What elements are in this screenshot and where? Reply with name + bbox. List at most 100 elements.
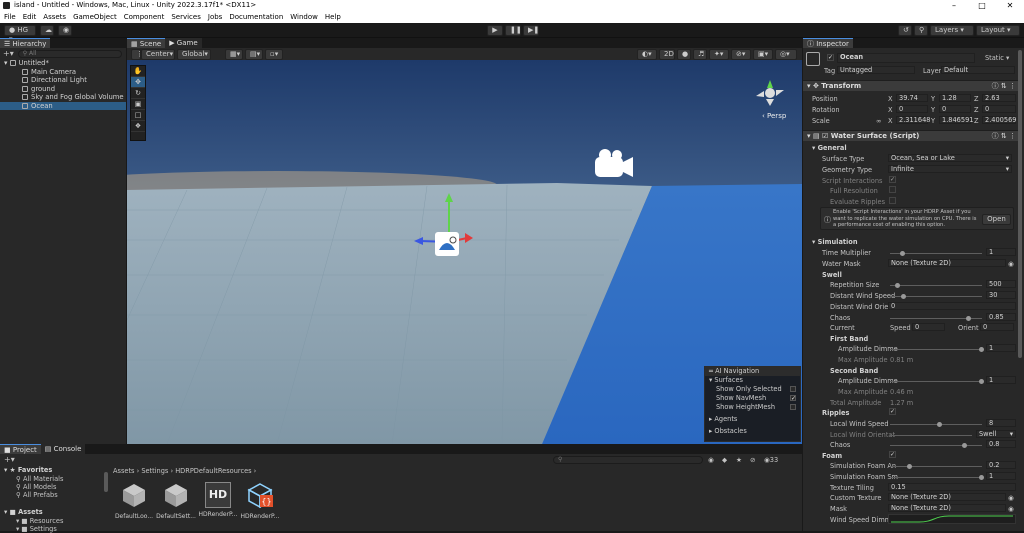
amplitude-dimmer-1-slider[interactable] [890, 347, 984, 352]
general-section[interactable]: ▾ General [812, 144, 847, 152]
filter-label-icon[interactable]: ◆ [722, 456, 727, 464]
assets-section[interactable]: ▾ ■ Assets [4, 508, 43, 516]
slider-knob[interactable] [901, 294, 906, 299]
position-y-field[interactable]: 1.28 [939, 94, 971, 102]
water-component-menu-icon[interactable]: ⓘ ⇅ ⋮ [992, 131, 1016, 142]
slider-knob[interactable] [937, 422, 942, 427]
rotation-x-field[interactable]: 0 [896, 105, 928, 113]
gizmos-icon[interactable]: ◎▾ [775, 49, 797, 60]
camera-settings-icon[interactable]: ▣▾ [753, 49, 773, 60]
hierarchy-item-ocean[interactable]: Ocean [0, 101, 126, 110]
component-menu-icon[interactable]: ⓘ ⇅ ⋮ [992, 81, 1016, 92]
water-surface-header[interactable]: ▾ ▤ ☑ Water Surface (Script) ⓘ ⇅ ⋮ [803, 130, 1020, 141]
asset-item[interactable]: DefaultLoo... [114, 482, 154, 520]
repetition-size-field[interactable]: 500 [986, 280, 1016, 288]
space-dropdown[interactable]: Global▾ [177, 49, 211, 60]
menu-documentation[interactable]: Documentation [229, 11, 283, 23]
inspector-scrollbar[interactable] [1018, 50, 1022, 358]
account-dropdown[interactable]: ● HG ▾ [4, 25, 36, 43]
minimize-icon[interactable]: – [940, 0, 968, 11]
menu-window[interactable]: Window [290, 11, 318, 23]
link-icon[interactable]: ∞ [876, 117, 882, 125]
distant-wind-speed-slider[interactable] [890, 294, 982, 299]
wind-speed-dimmer-curve[interactable] [888, 514, 1016, 524]
hierarchy-item-ground[interactable]: ground [0, 85, 126, 94]
layout-dropdown[interactable]: Layout ▾ [976, 25, 1020, 36]
scene-menu-icon[interactable]: ⋮ [131, 49, 143, 60]
hand-tool-icon[interactable]: ✋ [131, 66, 145, 77]
snap-settings-icon[interactable]: ▫▾ [265, 49, 283, 60]
object-picker-icon[interactable]: ◉ [1008, 494, 1014, 502]
distant-wind-speed-field[interactable]: 30 [986, 291, 1016, 299]
collab-icon[interactable]: ◉ [58, 25, 72, 36]
chaos-slider[interactable] [890, 316, 982, 321]
hierarchy-scene-row[interactable]: ▾ Untitled* [0, 59, 126, 68]
rotation-z-field[interactable]: 0 [982, 105, 1016, 113]
tab-hierarchy[interactable]: ☰ Hierarchy [0, 38, 51, 48]
breadcrumb-settings[interactable]: Settings [141, 467, 168, 475]
hierarchy-search-input[interactable]: ⚲ All [17, 49, 122, 58]
slider-knob[interactable] [979, 475, 984, 480]
rotate-tool-icon[interactable]: ↻ [131, 88, 145, 99]
scale-x-field[interactable]: 2.311648 [896, 116, 930, 124]
pause-button[interactable]: ❚❚ [505, 25, 522, 36]
search-icon[interactable]: ⚲ [914, 25, 928, 36]
sim-foam-smoothness-slider[interactable] [890, 475, 984, 480]
show-only-selected-toggle[interactable]: Show Only Selected [705, 385, 800, 394]
show-only-selected-checkbox[interactable] [790, 386, 796, 392]
transform-header[interactable]: ▾ ✥ Transform ⓘ ⇅ ⋮ [803, 80, 1020, 91]
menu-jobs[interactable]: Jobs [208, 11, 222, 23]
2d-toggle[interactable]: 2D [659, 49, 675, 60]
surface-type-dropdown[interactable]: Ocean, Sea or Lake ▾ [888, 154, 1012, 162]
project-search-input[interactable]: ⚲ [553, 456, 703, 464]
simulation-section[interactable]: ▾ Simulation [812, 238, 858, 246]
sim-foam-smoothness-field[interactable]: 1 [986, 472, 1016, 480]
slider-knob[interactable] [895, 283, 900, 288]
hidden-packages-icon[interactable]: ⊘ [750, 456, 756, 464]
audio-icon[interactable]: ♬ [693, 49, 707, 60]
menu-assets[interactable]: Assets [43, 11, 66, 23]
grid-snap-icon[interactable]: ▦▾ [225, 49, 243, 60]
local-wind-speed-field[interactable]: 8 [986, 419, 1016, 427]
project-tree-scrollbar[interactable] [104, 472, 108, 492]
ai-nav-header[interactable]: ═ AI Navigation [705, 367, 800, 376]
time-multiplier-field[interactable]: 1 [986, 248, 1016, 256]
menu-services[interactable]: Services [171, 11, 201, 23]
cloud-icon[interactable]: ☁ [40, 25, 54, 36]
layers-dropdown[interactable]: Layers ▾ [930, 25, 974, 36]
rect-tool-icon[interactable]: □ [131, 110, 145, 121]
scale-tool-icon[interactable]: ▣ [131, 99, 145, 110]
tab-scene[interactable]: ▦ Scene [127, 38, 166, 48]
sim-foam-amount-field[interactable]: 0.2 [986, 461, 1016, 469]
scale-z-field[interactable]: 2.400569 [982, 116, 1016, 124]
fav-all-prefabs[interactable]: ⚲ All Prefabs [16, 491, 58, 499]
tab-game[interactable]: ▶ Game [165, 38, 202, 48]
show-heightmesh-checkbox[interactable] [790, 404, 796, 410]
object-picker-icon[interactable]: ◉ [1008, 260, 1014, 268]
hierarchy-item-main-camera[interactable]: Main Camera [0, 68, 126, 77]
orientation-gizmo[interactable] [752, 78, 788, 114]
asset-item[interactable]: {} HDRenderP... [240, 482, 280, 520]
local-wind-speed-slider[interactable] [890, 422, 982, 427]
increment-snap-icon[interactable]: ▤▾ [245, 49, 263, 60]
texture-tiling-field[interactable]: 0.15 [888, 483, 1016, 491]
slider-knob[interactable] [979, 379, 984, 384]
slider-knob[interactable] [907, 464, 912, 469]
favorites-section[interactable]: ▾ ★ Favorites [4, 466, 52, 474]
custom-texture-field[interactable]: None (Texture 2D) [888, 493, 1006, 501]
slider-knob[interactable] [966, 316, 971, 321]
slider-knob[interactable] [962, 443, 967, 448]
water-mask-field[interactable]: None (Texture 2D) [888, 259, 1006, 267]
breadcrumb-assets[interactable]: Assets [113, 467, 134, 475]
hierarchy-item-directional-light[interactable]: Directional Light [0, 76, 126, 85]
distant-wind-orient-field[interactable]: 0 [888, 302, 1016, 310]
asset-item[interactable]: HD HDRenderP... [198, 482, 238, 518]
move-tool-icon[interactable]: ✥ [131, 77, 145, 88]
hierarchy-item-sky-fog[interactable]: Sky and Fog Global Volume [0, 93, 126, 102]
projection-label[interactable]: ‹ Persp [762, 112, 786, 120]
position-z-field[interactable]: 2.63 [982, 94, 1016, 102]
amplitude-dimmer-2-field[interactable]: 1 [986, 376, 1016, 384]
geometry-type-dropdown[interactable]: Infinite ▾ [888, 165, 1012, 173]
favorite-icon[interactable]: ★ [736, 456, 742, 464]
tab-project[interactable]: ■ Project [0, 444, 41, 454]
